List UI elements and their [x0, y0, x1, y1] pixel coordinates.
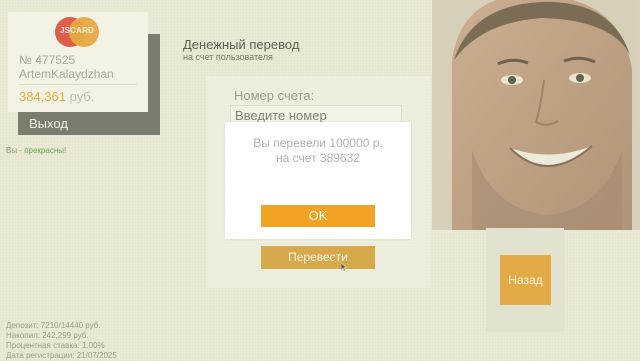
dialog-message-line2: на счет 389632: [276, 151, 360, 165]
dialog-message: Вы перевели 100000 р. на счет 389632: [225, 136, 411, 166]
confirmation-dialog: Вы перевели 100000 р. на счет 389632 OK: [225, 122, 411, 239]
dialog-message-line1: Вы перевели 100000 р.: [253, 136, 383, 150]
ok-button[interactable]: OK: [261, 205, 375, 227]
